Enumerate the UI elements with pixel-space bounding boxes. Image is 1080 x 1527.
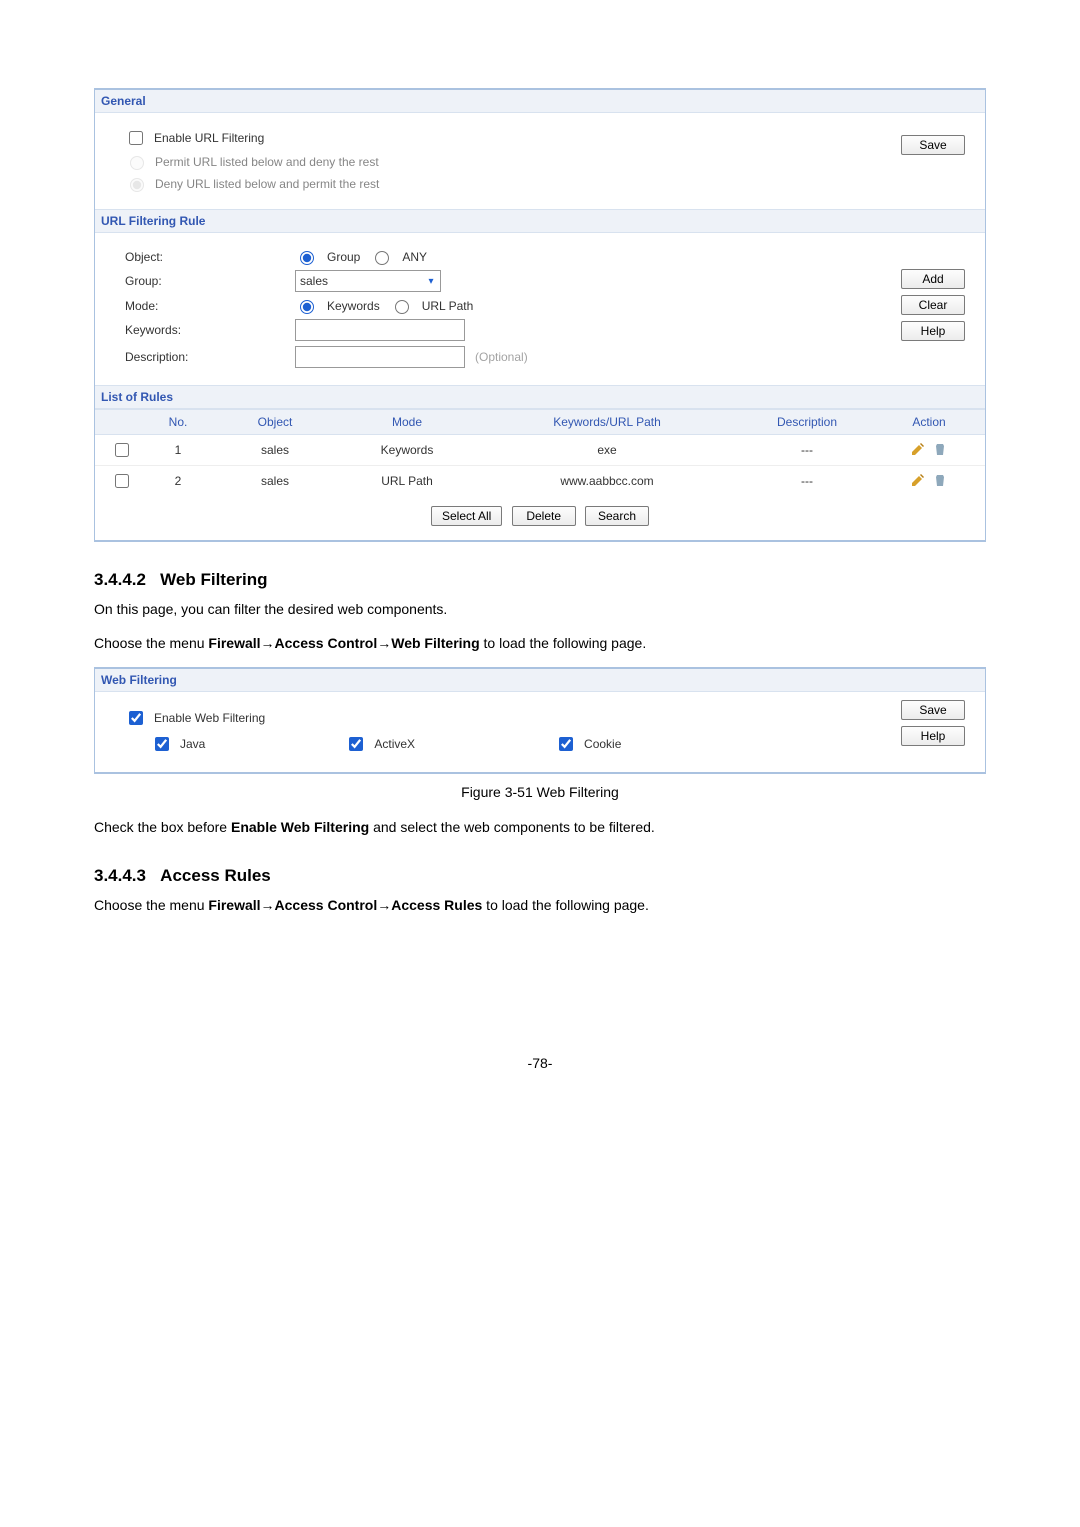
object-group-label: Group	[327, 250, 360, 264]
mode-label: Mode:	[125, 299, 295, 313]
paragraph-access-nav: Choose the menu Firewall→Access Control→…	[94, 896, 986, 916]
wf-save-button[interactable]: Save	[901, 700, 965, 720]
rules-table-header: No. Object Mode Keywords/URL Path Descri…	[95, 410, 985, 435]
cell-mode: URL Path	[341, 466, 473, 497]
table-row: 2 sales URL Path www.aabbcc.com ---	[95, 466, 985, 497]
general-section-header: General	[95, 90, 985, 113]
save-button[interactable]: Save	[901, 135, 965, 155]
deny-radio[interactable]	[130, 178, 144, 192]
row-checkbox[interactable]	[115, 443, 129, 457]
cell-kurl: www.aabbcc.com	[473, 466, 741, 497]
list-section-header: List of Rules	[95, 385, 985, 409]
col-action: Action	[873, 410, 985, 435]
keywords-input[interactable]	[295, 319, 465, 341]
clear-button[interactable]: Clear	[901, 295, 965, 315]
description-input[interactable]	[295, 346, 465, 368]
description-optional-text: (Optional)	[475, 350, 528, 364]
col-object: Object	[209, 410, 341, 435]
cell-desc: ---	[741, 435, 873, 466]
permit-radio-label: Permit URL listed below and deny the res…	[155, 155, 379, 169]
search-button[interactable]: Search	[585, 506, 649, 526]
row-checkbox[interactable]	[115, 474, 129, 488]
heading-web-filtering: 3.4.4.2 Web Filtering	[94, 570, 986, 590]
cell-object: sales	[209, 466, 341, 497]
group-select[interactable]: sales ▾	[295, 270, 441, 292]
cell-mode: Keywords	[341, 435, 473, 466]
enable-url-filtering-checkbox[interactable]	[129, 131, 143, 145]
deny-radio-label: Deny URL listed below and permit the res…	[155, 177, 379, 191]
heading-access-rules: 3.4.4.3 Access Rules	[94, 866, 986, 886]
edit-icon[interactable]	[910, 472, 926, 488]
paragraph-web-filtering-intro: On this page, you can filter the desired…	[94, 600, 986, 620]
help-button[interactable]: Help	[901, 321, 965, 341]
mode-keywords-radio[interactable]	[300, 300, 314, 314]
url-filtering-panel: General Save Enable URL Filtering Permit…	[94, 88, 986, 542]
rules-table: No. Object Mode Keywords/URL Path Descri…	[95, 409, 985, 496]
mode-urlpath-label: URL Path	[422, 299, 474, 313]
page-number: -78-	[94, 1055, 986, 1071]
permit-radio[interactable]	[130, 156, 144, 170]
add-button[interactable]: Add	[901, 269, 965, 289]
edit-icon[interactable]	[910, 441, 926, 457]
activex-label: ActiveX	[374, 737, 415, 751]
object-any-label: ANY	[402, 250, 427, 264]
cell-no: 2	[147, 466, 209, 497]
enable-web-filtering-label: Enable Web Filtering	[154, 711, 265, 725]
java-checkbox[interactable]	[155, 737, 169, 751]
object-any-radio[interactable]	[375, 251, 389, 265]
delete-button[interactable]: Delete	[512, 506, 576, 526]
paragraph-web-filtering-check: Check the box before Enable Web Filterin…	[94, 818, 986, 838]
web-filtering-header: Web Filtering	[95, 669, 985, 692]
cell-desc: ---	[741, 466, 873, 497]
figure-caption: Figure 3-51 Web Filtering	[94, 784, 986, 800]
col-kurl: Keywords/URL Path	[473, 410, 741, 435]
cookie-label: Cookie	[584, 737, 621, 751]
enable-url-filtering-label: Enable URL Filtering	[154, 131, 264, 145]
col-desc: Description	[741, 410, 873, 435]
table-row: 1 sales Keywords exe ---	[95, 435, 985, 466]
group-label: Group:	[125, 274, 295, 288]
mode-urlpath-radio[interactable]	[395, 300, 409, 314]
delete-icon[interactable]	[932, 472, 948, 488]
object-group-radio[interactable]	[300, 251, 314, 265]
web-filtering-body: Save Help Enable Web Filtering Java Acti…	[95, 692, 985, 772]
paragraph-web-filtering-nav: Choose the menu Firewall→Access Control→…	[94, 634, 986, 654]
delete-icon[interactable]	[932, 441, 948, 457]
mode-keywords-label: Keywords	[327, 299, 380, 313]
col-no: No.	[147, 410, 209, 435]
wf-help-button[interactable]: Help	[901, 726, 965, 746]
select-all-button[interactable]: Select All	[431, 506, 502, 526]
cell-kurl: exe	[473, 435, 741, 466]
object-label: Object:	[125, 250, 295, 264]
enable-web-filtering-checkbox[interactable]	[129, 711, 143, 725]
cell-object: sales	[209, 435, 341, 466]
description-label: Description:	[125, 350, 295, 364]
col-mode: Mode	[341, 410, 473, 435]
activex-checkbox[interactable]	[349, 737, 363, 751]
java-label: Java	[180, 737, 205, 751]
rule-section-header: URL Filtering Rule	[95, 209, 985, 233]
keywords-label: Keywords:	[125, 323, 295, 337]
general-section-body: Save Enable URL Filtering Permit URL lis…	[95, 113, 985, 209]
cookie-checkbox[interactable]	[559, 737, 573, 751]
rules-button-row: Select All Delete Search	[95, 496, 985, 540]
chevron-down-icon: ▾	[422, 276, 440, 287]
group-select-value: sales	[300, 274, 422, 288]
rule-section-body: Add Clear Help Object: Group ANY Group: …	[95, 233, 985, 385]
cell-no: 1	[147, 435, 209, 466]
web-filtering-panel: Web Filtering Save Help Enable Web Filte…	[94, 667, 986, 774]
